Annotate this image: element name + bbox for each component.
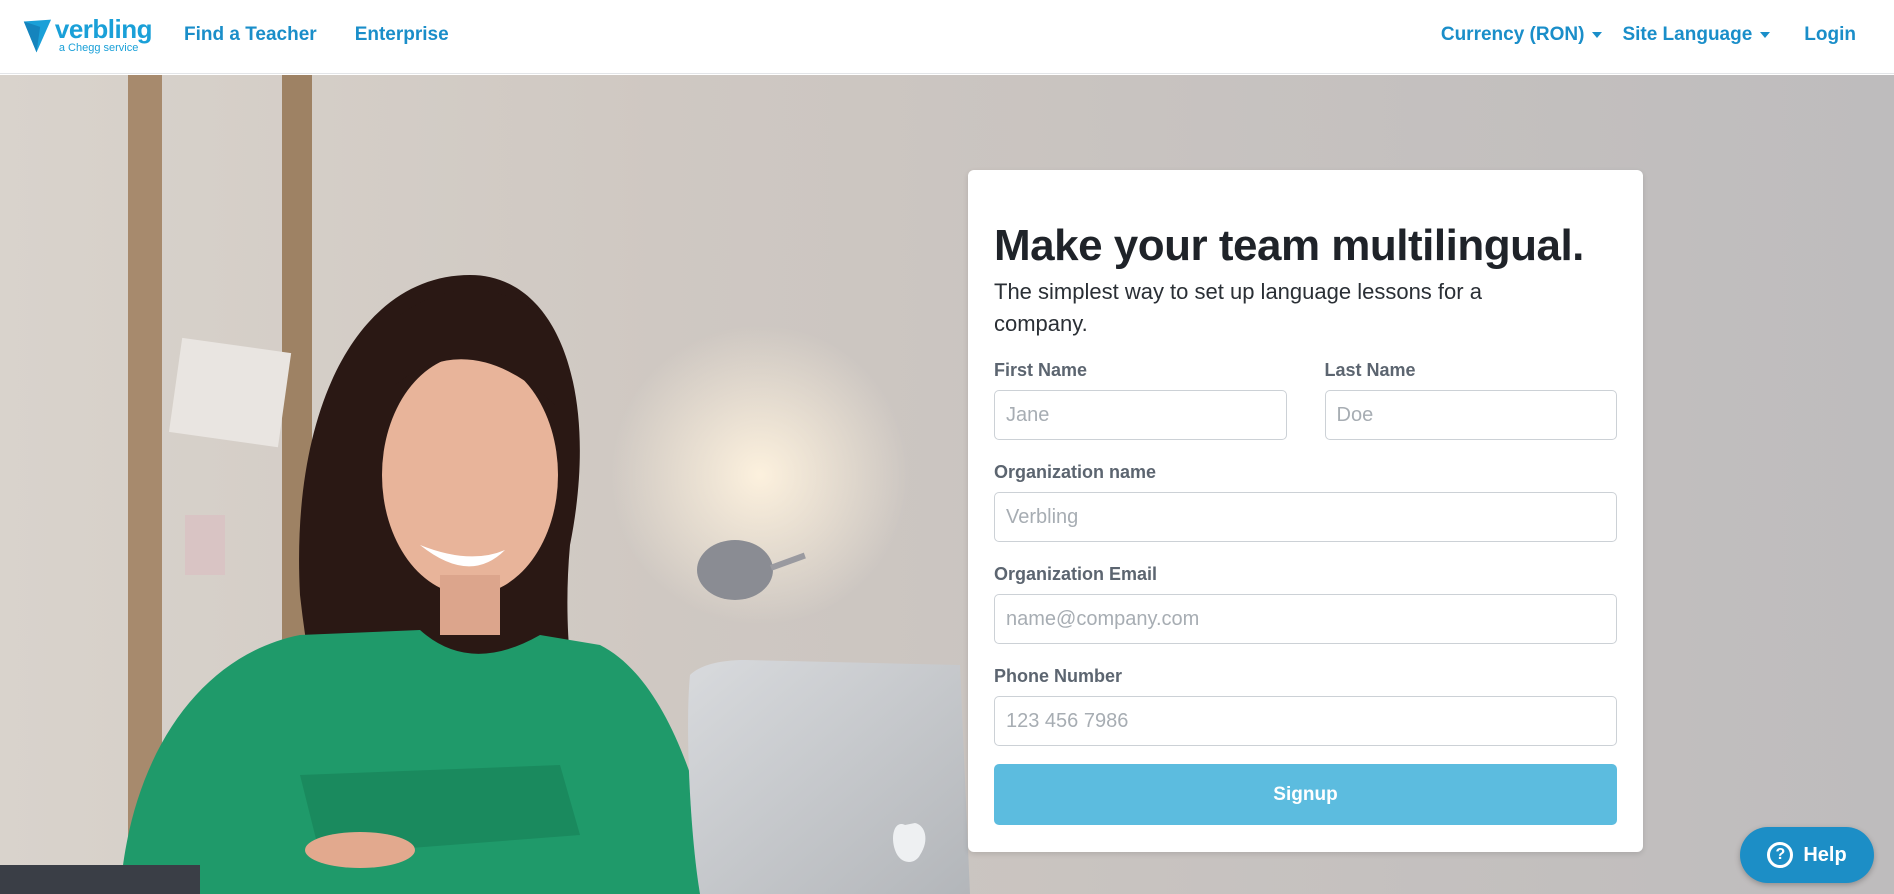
organization-email-group: Organization Email bbox=[994, 564, 1617, 645]
chevron-down-icon bbox=[1760, 32, 1771, 38]
verbling-logo-icon bbox=[23, 19, 52, 53]
phone-number-label: Phone Number bbox=[994, 666, 1123, 687]
logo-wordmark: verbling bbox=[54, 14, 153, 44]
site-language-dropdown[interactable]: Site Language bbox=[1622, 24, 1771, 46]
help-label: Help bbox=[1803, 843, 1847, 866]
organization-name-label: Organization name bbox=[994, 462, 1157, 483]
logo-tagline: a Chegg service bbox=[58, 42, 139, 54]
organization-name-group: Organization name bbox=[994, 462, 1617, 543]
name-fields-row: First Name Last Name bbox=[994, 360, 1617, 441]
signup-form-card: Make your team multilingual. The simples… bbox=[968, 170, 1643, 852]
last-name-label: Last Name bbox=[1324, 360, 1416, 381]
signup-button[interactable]: Signup bbox=[994, 764, 1617, 826]
verbling-logo[interactable]: verbling a Chegg service bbox=[22, 14, 153, 58]
currency-label: Currency (RON) bbox=[1440, 24, 1585, 45]
phone-number-input[interactable] bbox=[994, 696, 1617, 747]
organization-email-input[interactable] bbox=[994, 594, 1617, 645]
form-subtitle: The simplest way to set up language less… bbox=[994, 279, 1482, 337]
secondary-nav: Currency (RON) Site Language Login bbox=[1441, 0, 1856, 70]
first-name-input[interactable] bbox=[994, 390, 1287, 441]
top-navbar: verbling a Chegg service Find a Teacher … bbox=[0, 0, 1894, 74]
last-name-input[interactable] bbox=[1324, 390, 1617, 441]
nav-find-a-teacher[interactable]: Find a Teacher bbox=[184, 24, 317, 46]
form-title: Make your team multilingual. bbox=[994, 221, 1584, 270]
currency-dropdown[interactable]: Currency (RON) bbox=[1441, 24, 1603, 46]
question-circle-icon: ? bbox=[1767, 842, 1794, 868]
help-button[interactable]: ? Help bbox=[1740, 827, 1874, 883]
chevron-down-icon bbox=[1592, 32, 1603, 38]
last-name-group: Last Name bbox=[1324, 360, 1617, 441]
phone-number-group: Phone Number bbox=[994, 666, 1617, 747]
nav-enterprise[interactable]: Enterprise bbox=[355, 24, 449, 46]
first-name-group: First Name bbox=[994, 360, 1287, 441]
login-link[interactable]: Login bbox=[1804, 24, 1856, 46]
site-language-label: Site Language bbox=[1622, 24, 1753, 45]
organization-email-label: Organization Email bbox=[994, 564, 1158, 585]
primary-nav: Find a Teacher Enterprise bbox=[184, 0, 449, 70]
first-name-label: First Name bbox=[994, 360, 1088, 381]
organization-name-input[interactable] bbox=[994, 492, 1617, 543]
